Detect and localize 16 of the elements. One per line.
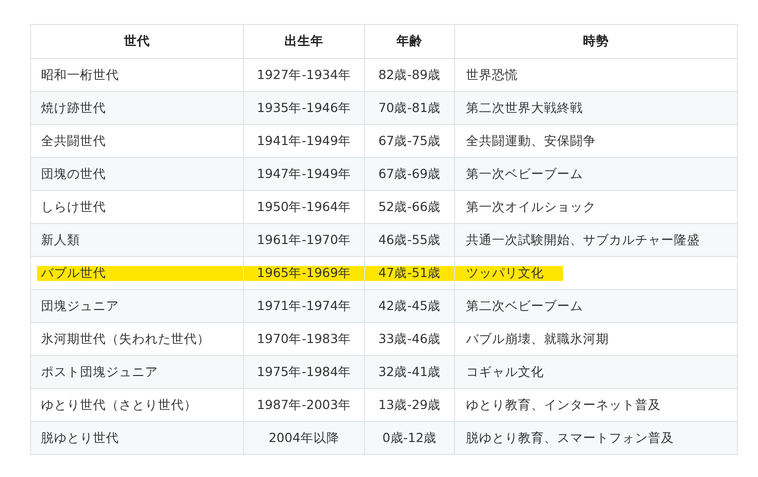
table-cell: 脱ゆとり教育、スマートフォン普及 (454, 422, 737, 454)
table-cell-text: 脱ゆとり世代 (40, 428, 120, 446)
table-cell: 0歳-12歳 (364, 422, 454, 454)
table-cell-text: 氷河期世代（失われた世代） (40, 330, 211, 348)
table-cell-text: 団塊の世代 (40, 164, 107, 182)
column-header: 世代 (123, 32, 151, 50)
table-cell-text: バブル世代 (40, 264, 107, 282)
table-cell: 2004年以降 (243, 422, 364, 454)
table-cell-text: 新人類 (40, 230, 81, 248)
table-cell-text: 団塊ジュニア (40, 296, 120, 314)
table-cell-text: 焼け跡世代 (40, 98, 107, 116)
table-cell-text: しらけ世代 (40, 198, 107, 216)
table-cell-text: 昭和一桁世代 (40, 66, 120, 84)
table-cell-text: ポスト団塊ジュニア (40, 362, 159, 380)
table-cell-text: 全共闘世代 (40, 132, 107, 150)
table-cell-text: ゆとり世代（さとり世代） (40, 396, 198, 414)
